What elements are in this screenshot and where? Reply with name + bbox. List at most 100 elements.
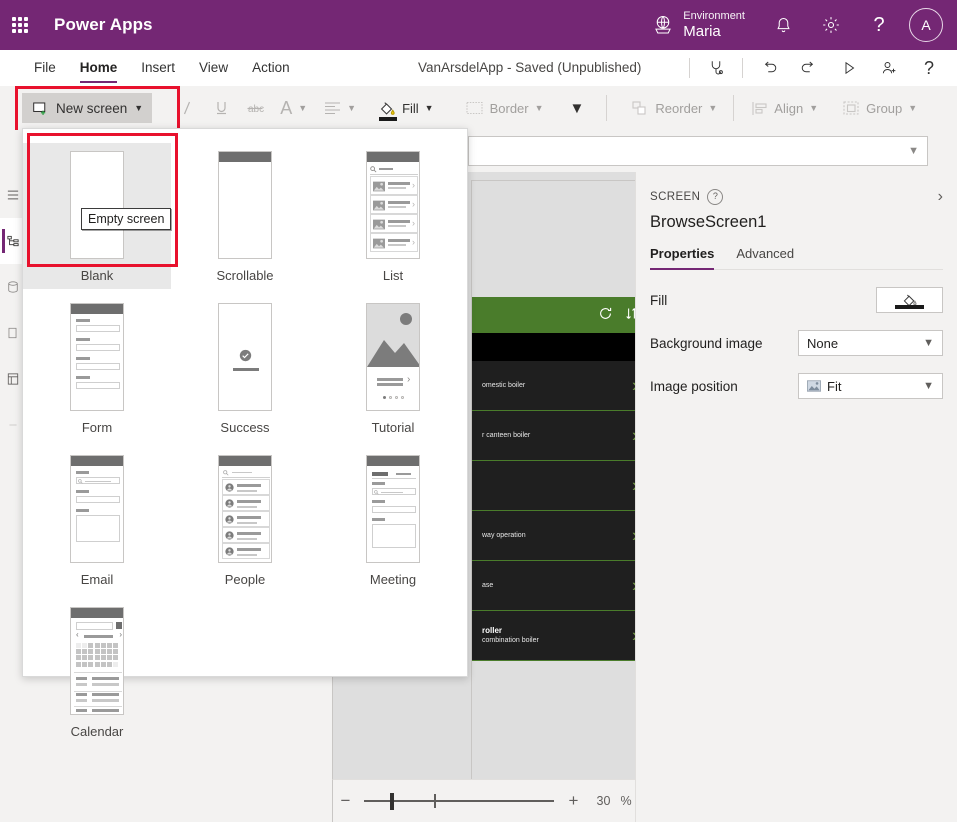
tab-properties[interactable]: Properties [650, 246, 715, 270]
screen-template-label: Blank [80, 268, 114, 283]
play-preview-icon[interactable] [829, 50, 869, 86]
chevron-down-icon: ▼ [923, 380, 934, 392]
zoom-slider[interactable] [364, 793, 555, 810]
tab-advanced[interactable]: Advanced [736, 246, 794, 269]
question-mark-icon[interactable]: ? [855, 0, 903, 50]
undo-icon[interactable] [749, 50, 789, 86]
screen-template-scrollable[interactable]: Scrollable [171, 143, 319, 289]
image-position-select[interactable]: Fit ▼ [798, 373, 943, 399]
formula-bar[interactable]: ▼ [468, 136, 928, 166]
phone-search-bar [472, 333, 650, 361]
screen-template-label: Calendar [70, 724, 124, 739]
underline-icon [212, 99, 230, 117]
underline-button[interactable] [204, 93, 238, 123]
group-label: Group [866, 100, 903, 116]
border-button[interactable]: Border ▼ [458, 93, 552, 123]
menu-bar: File Home Insert View Action VanArsdelAp… [0, 50, 957, 87]
more-commands-button[interactable]: ▼ [562, 93, 593, 123]
reorder-label: Reorder [655, 100, 703, 116]
chevron-down-icon[interactable]: ▼ [908, 145, 919, 157]
phone-preview[interactable]: omestic boiler › r canteen boiler › › wa… [471, 180, 651, 790]
property-row-fill: Fill [650, 287, 943, 313]
list-item[interactable]: › [472, 461, 650, 511]
bell-icon[interactable] [759, 0, 807, 50]
screen-template-list[interactable]: › › › › List [319, 143, 467, 289]
screen-template-success[interactable]: Success [171, 295, 319, 441]
phone-gallery-list: omestic boiler › r canteen boiler › › wa… [472, 361, 650, 661]
list-item-subtitle: r canteen boiler [482, 431, 531, 439]
property-row-image-position: Image position Fit ▼ [650, 373, 943, 399]
list-item[interactable]: roller combination boiler › [472, 611, 650, 661]
refresh-icon[interactable] [598, 306, 613, 324]
zoom-slider-thumb[interactable] [390, 793, 395, 810]
font-color-button[interactable]: A ▼ [272, 93, 315, 123]
list-item[interactable]: ase › [472, 561, 650, 611]
background-image-select[interactable]: None ▼ [798, 330, 943, 356]
list-item[interactable]: r canteen boiler › [472, 411, 650, 461]
checker-icon[interactable] [696, 50, 736, 86]
chevron-down-icon: ▼ [134, 102, 144, 113]
menu-item-view[interactable]: View [187, 50, 240, 86]
success-thumbnail [218, 303, 272, 411]
meeting-thumbnail [366, 455, 420, 563]
chevron-down-icon: ▼ [569, 99, 585, 117]
chevron-down-icon: ▼ [809, 102, 819, 113]
screen-template-calendar[interactable]: ‹ › Calendar [23, 599, 171, 745]
menu-item-action[interactable]: Action [240, 50, 302, 86]
gear-icon[interactable] [807, 0, 855, 50]
screen-template-label: Meeting [369, 572, 417, 587]
zoom-out-button[interactable]: − [336, 791, 354, 811]
font-color-label: A [280, 97, 293, 118]
reorder-button[interactable]: Reorder ▼ [623, 93, 725, 123]
power-apps-studio: Power Apps Environment Maria ? A File Ho… [0, 0, 957, 822]
align-text-button[interactable]: ▼ [315, 93, 364, 123]
screen-template-email[interactable]: Email [23, 447, 171, 593]
fill-color-picker-button[interactable] [876, 287, 943, 313]
align-objects-button[interactable]: Align ▼ [742, 93, 826, 123]
screen-template-label: Success [220, 420, 270, 435]
screen-template-meeting[interactable]: Meeting [319, 447, 467, 593]
screen-template-people[interactable]: People [171, 447, 319, 593]
waffle-grid-icon[interactable] [0, 17, 40, 33]
empty-screen-tooltip: Empty screen [81, 208, 172, 230]
zoom-value: 30 [596, 794, 611, 808]
screen-template-tutorial[interactable]: › Tutorial [319, 295, 467, 441]
menu-item-home[interactable]: Home [68, 50, 130, 86]
divider [733, 95, 735, 121]
svg-text:abc: abc [248, 104, 264, 115]
question-circle-icon[interactable]: ? [707, 189, 724, 205]
share-user-icon[interactable] [869, 50, 909, 86]
tutorial-thumbnail: › [366, 303, 420, 411]
chevron-right-icon[interactable]: › [938, 188, 943, 206]
selected-control-name: BrowseScreen1 [650, 213, 767, 231]
list-item[interactable]: omestic boiler › [472, 361, 650, 411]
properties-pane: SCREEN ? › BrowseScreen1 Properties Adva… [635, 172, 957, 822]
list-item-subtitle: ase [482, 581, 494, 589]
fill-color-swatch [895, 305, 924, 309]
menu-item-file[interactable]: File [22, 50, 68, 86]
property-row-background-image: Background image None ▼ [650, 330, 943, 356]
zoom-unit: % [620, 794, 632, 808]
fill-button[interactable]: Fill ▼ [370, 93, 442, 123]
background-image-label: Background image [650, 335, 763, 351]
help-question-icon[interactable]: ? [909, 50, 949, 86]
list-item-subtitle: way operation [482, 531, 526, 539]
screen-template-form[interactable]: Form [23, 295, 171, 441]
menu-item-insert[interactable]: Insert [129, 50, 187, 86]
chevron-down-icon: ▼ [424, 102, 434, 113]
group-button[interactable]: Group ▼ [834, 93, 925, 123]
new-screen-button[interactable]: New screen ▼ [22, 93, 153, 123]
image-icon [807, 380, 821, 392]
screen-template-label: Tutorial [371, 420, 415, 435]
strikethrough-button[interactable]: abc [238, 93, 272, 123]
app-status-title: VanArsdelApp - Saved (Unpublished) [418, 60, 642, 75]
italic-button[interactable] [170, 93, 204, 123]
new-screen-gallery-flyout[interactable]: Blank Scrollable › › › › List Form Succe… [22, 128, 468, 739]
avatar[interactable]: A [909, 8, 943, 42]
environment-selector[interactable]: Environment Maria [652, 10, 745, 40]
zoom-in-button[interactable]: + [564, 791, 582, 811]
border-label: Border [489, 100, 529, 116]
list-item[interactable]: way operation › [472, 511, 650, 561]
screen-template-label: List [382, 268, 404, 283]
redo-icon[interactable] [789, 50, 829, 86]
